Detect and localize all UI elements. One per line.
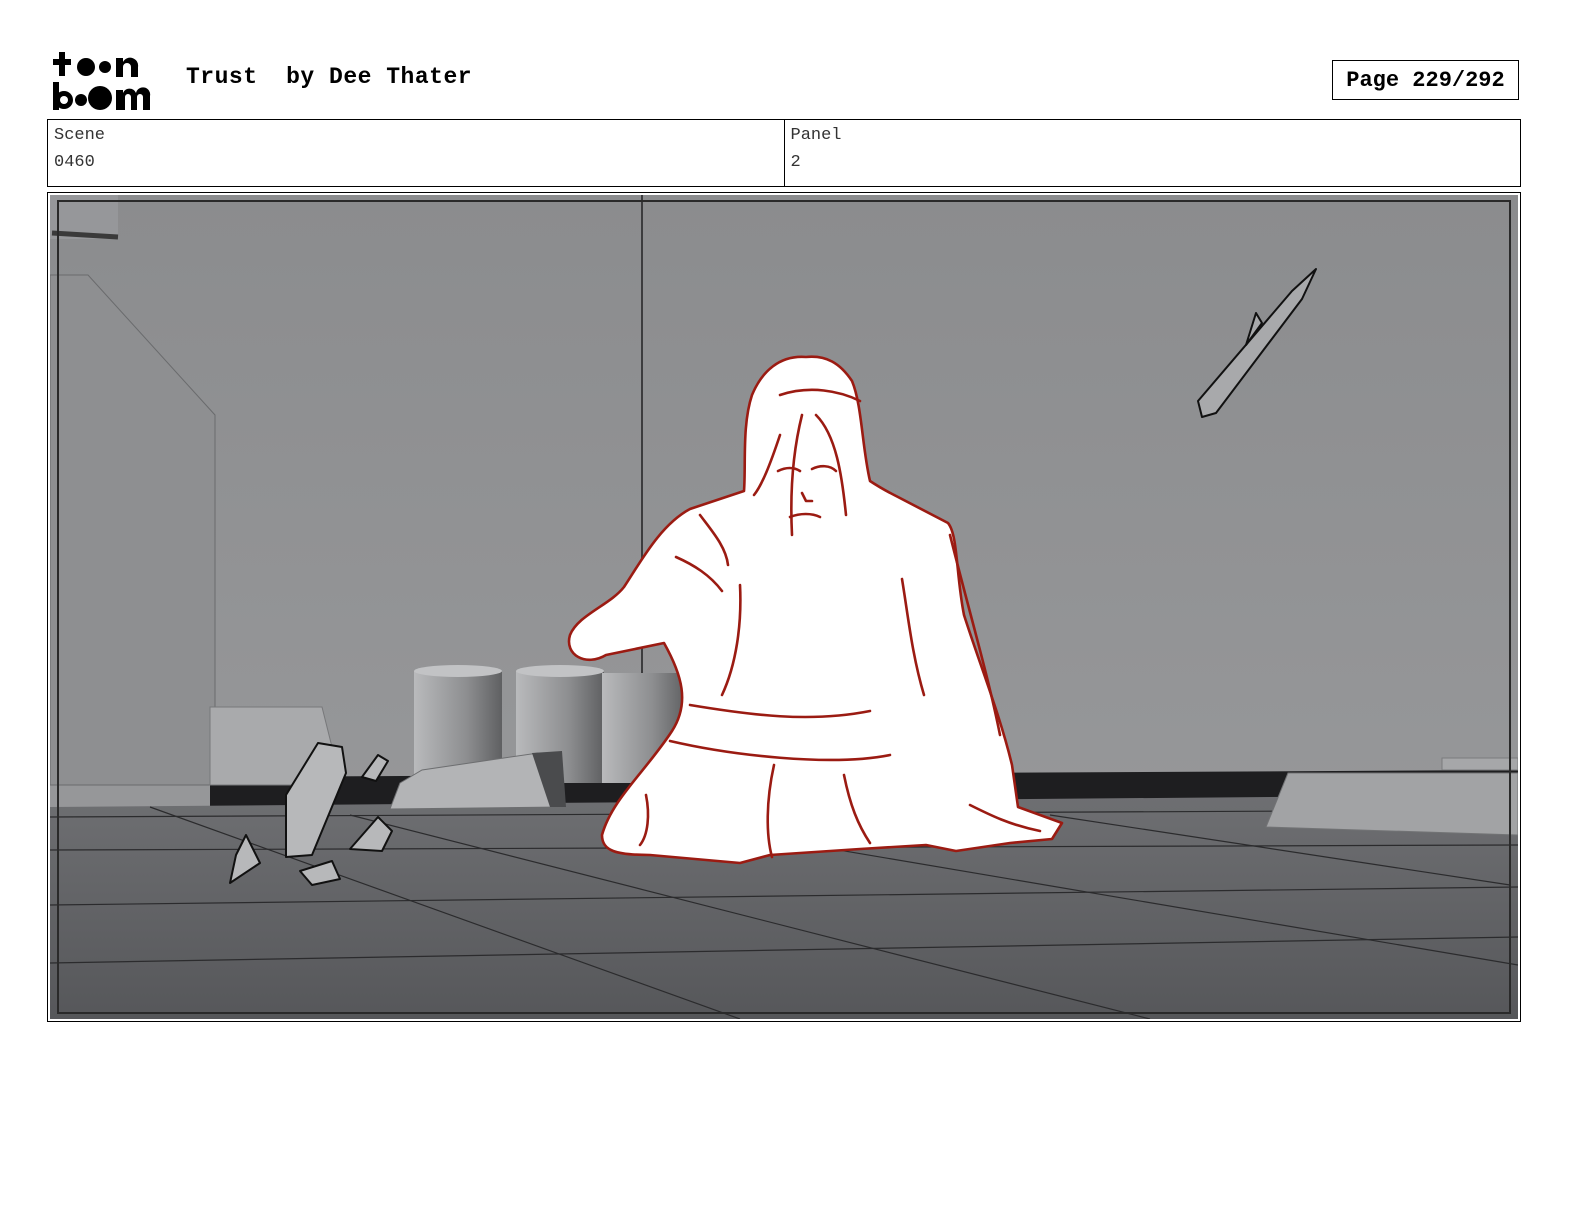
- scene-panel-table: Scene 0460 Panel 2: [47, 119, 1521, 187]
- panel-label: Panel: [790, 126, 842, 145]
- storyboard-panel-frame: [47, 192, 1521, 1022]
- right-slab: [1265, 772, 1518, 836]
- panel-cell: Panel 2: [783, 120, 1521, 186]
- page-number: Page 229/292: [1332, 60, 1519, 100]
- scene-label: Scene: [54, 126, 106, 145]
- document-title: Trust by Dee Thater: [186, 64, 473, 90]
- panel-value: 2: [790, 153, 801, 172]
- scene-value: 0460: [54, 153, 95, 172]
- scene-cell: Scene 0460: [48, 120, 784, 186]
- storyboard-drawing: [50, 195, 1518, 1019]
- toon-boom-logo: [53, 52, 151, 110]
